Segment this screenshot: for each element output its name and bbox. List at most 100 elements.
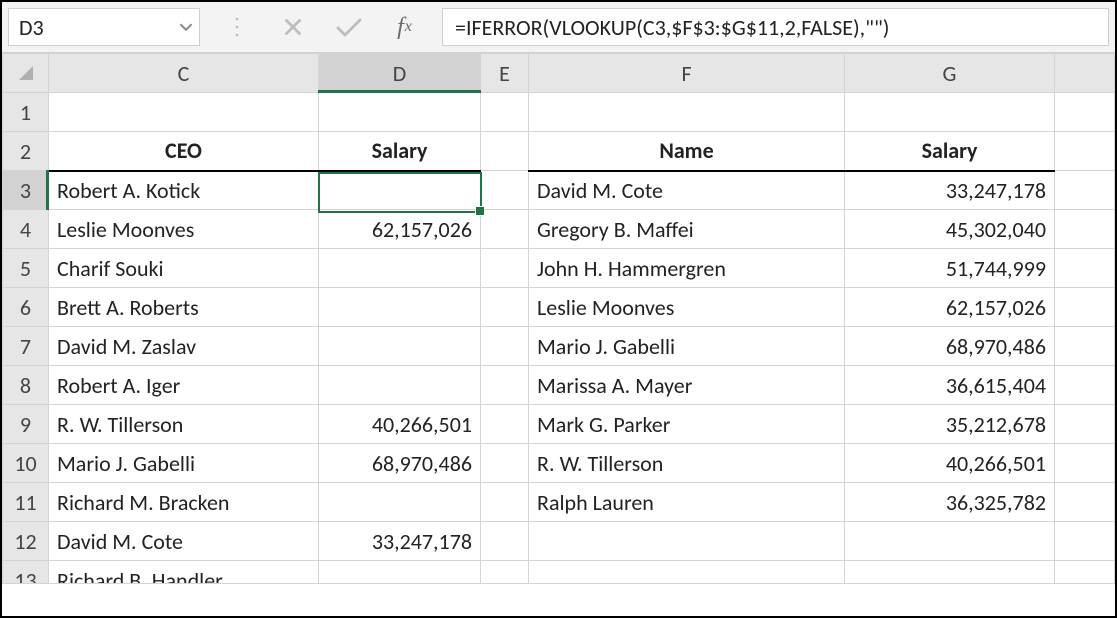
cell-F6[interactable]: Leslie Moonves: [529, 288, 845, 327]
name-box-dropdown-icon[interactable]: [179, 20, 193, 34]
cell-F11[interactable]: Ralph Lauren: [529, 483, 845, 522]
col-header-E[interactable]: E: [481, 54, 529, 93]
cell-G4[interactable]: 45,302,040: [845, 210, 1055, 249]
cell-F2[interactable]: Name: [529, 132, 845, 171]
cell-C11[interactable]: Richard M. Bracken: [49, 483, 319, 522]
cell-blank-3[interactable]: [1055, 171, 1115, 210]
col-header-C[interactable]: C: [49, 54, 319, 93]
cell-D5[interactable]: [319, 249, 481, 288]
cell-E8[interactable]: [481, 366, 529, 405]
cell-G8[interactable]: 36,615,404: [845, 366, 1055, 405]
cell-E3[interactable]: [481, 171, 529, 210]
col-header-G[interactable]: G: [845, 54, 1055, 93]
cell-D7[interactable]: [319, 327, 481, 366]
formula-input[interactable]: =IFERROR(VLOOKUP(C3,$F$3:$G$11,2,FALSE),…: [442, 8, 1109, 46]
cell-C3[interactable]: Robert A. Kotick: [49, 171, 319, 210]
cell-D6[interactable]: [319, 288, 481, 327]
cell-G11[interactable]: 36,325,782: [845, 483, 1055, 522]
row-header-4[interactable]: 4: [3, 210, 49, 249]
cell-C7[interactable]: David M. Zaslav: [49, 327, 319, 366]
cell-F1[interactable]: [529, 93, 845, 132]
spreadsheet-grid[interactable]: C D E F G 1 2 CEO Salary Name Salary 3 R…: [2, 53, 1115, 584]
cell-D10[interactable]: 68,970,486: [319, 444, 481, 483]
cell-C1[interactable]: [49, 93, 319, 132]
cell-E2[interactable]: [481, 132, 529, 171]
cell-E12[interactable]: [481, 522, 529, 561]
cell-E4[interactable]: [481, 210, 529, 249]
cell-F5[interactable]: John H. Hammergren: [529, 249, 845, 288]
cell-G10[interactable]: 40,266,501: [845, 444, 1055, 483]
cell-D12[interactable]: 33,247,178: [319, 522, 481, 561]
cell-blank-4[interactable]: [1055, 210, 1115, 249]
row-header-13[interactable]: 13: [3, 561, 49, 584]
cell-blank-1[interactable]: [1055, 93, 1115, 132]
select-all-corner[interactable]: [3, 54, 49, 93]
cell-D1[interactable]: [319, 93, 481, 132]
enter-icon[interactable]: [332, 10, 366, 44]
cell-C13[interactable]: Richard B. Handler: [49, 561, 319, 584]
cell-G13[interactable]: [845, 561, 1055, 584]
cell-E1[interactable]: [481, 93, 529, 132]
row-header-5[interactable]: 5: [3, 249, 49, 288]
cell-E6[interactable]: [481, 288, 529, 327]
cancel-icon[interactable]: [276, 10, 310, 44]
cell-D4[interactable]: 62,157,026: [319, 210, 481, 249]
row-header-1[interactable]: 1: [3, 93, 49, 132]
fx-icon[interactable]: fx: [388, 10, 422, 44]
row-header-2[interactable]: 2: [3, 132, 49, 171]
row-header-6[interactable]: 6: [3, 288, 49, 327]
cell-E11[interactable]: [481, 483, 529, 522]
cell-blank-8[interactable]: [1055, 366, 1115, 405]
cell-C6[interactable]: Brett A. Roberts: [49, 288, 319, 327]
cell-E10[interactable]: [481, 444, 529, 483]
cell-G1[interactable]: [845, 93, 1055, 132]
row-header-8[interactable]: 8: [3, 366, 49, 405]
cell-D2[interactable]: Salary: [319, 132, 481, 171]
cell-C5[interactable]: Charif Souki: [49, 249, 319, 288]
cell-G9[interactable]: 35,212,678: [845, 405, 1055, 444]
cell-G2[interactable]: Salary: [845, 132, 1055, 171]
cell-C2[interactable]: CEO: [49, 132, 319, 171]
cell-E9[interactable]: [481, 405, 529, 444]
name-box[interactable]: D3: [8, 8, 200, 46]
cell-F7[interactable]: Mario J. Gabelli: [529, 327, 845, 366]
cell-F4[interactable]: Gregory B. Maffei: [529, 210, 845, 249]
cell-blank-5[interactable]: [1055, 249, 1115, 288]
row-header-12[interactable]: 12: [3, 522, 49, 561]
cell-F8[interactable]: Marissa A. Mayer: [529, 366, 845, 405]
cell-blank-12[interactable]: [1055, 522, 1115, 561]
cell-blank-11[interactable]: [1055, 483, 1115, 522]
cell-G5[interactable]: 51,744,999: [845, 249, 1055, 288]
cell-C12[interactable]: David M. Cote: [49, 522, 319, 561]
row-header-7[interactable]: 7: [3, 327, 49, 366]
cell-D13[interactable]: [319, 561, 481, 584]
cell-D9[interactable]: 40,266,501: [319, 405, 481, 444]
cell-blank-13[interactable]: [1055, 561, 1115, 584]
cell-D11[interactable]: [319, 483, 481, 522]
cell-G12[interactable]: [845, 522, 1055, 561]
cell-F9[interactable]: Mark G. Parker: [529, 405, 845, 444]
cell-C9[interactable]: R. W. Tillerson: [49, 405, 319, 444]
cell-D3[interactable]: [319, 171, 481, 210]
cell-blank-10[interactable]: [1055, 444, 1115, 483]
cell-F13[interactable]: [529, 561, 845, 584]
cell-F3[interactable]: David M. Cote: [529, 171, 845, 210]
cell-G7[interactable]: 68,970,486: [845, 327, 1055, 366]
row-header-3[interactable]: 3: [3, 171, 49, 210]
cell-F12[interactable]: [529, 522, 845, 561]
cell-C8[interactable]: Robert A. Iger: [49, 366, 319, 405]
cell-C4[interactable]: Leslie Moonves: [49, 210, 319, 249]
cell-G3[interactable]: 33,247,178: [845, 171, 1055, 210]
cell-blank-2[interactable]: [1055, 132, 1115, 171]
cell-D8[interactable]: [319, 366, 481, 405]
cell-blank-9[interactable]: [1055, 405, 1115, 444]
row-header-11[interactable]: 11: [3, 483, 49, 522]
row-header-10[interactable]: 10: [3, 444, 49, 483]
cell-F10[interactable]: R. W. Tillerson: [529, 444, 845, 483]
row-header-9[interactable]: 9: [3, 405, 49, 444]
cell-E13[interactable]: [481, 561, 529, 584]
cell-E7[interactable]: [481, 327, 529, 366]
cell-blank-7[interactable]: [1055, 327, 1115, 366]
cell-G6[interactable]: 62,157,026: [845, 288, 1055, 327]
cell-C10[interactable]: Mario J. Gabelli: [49, 444, 319, 483]
